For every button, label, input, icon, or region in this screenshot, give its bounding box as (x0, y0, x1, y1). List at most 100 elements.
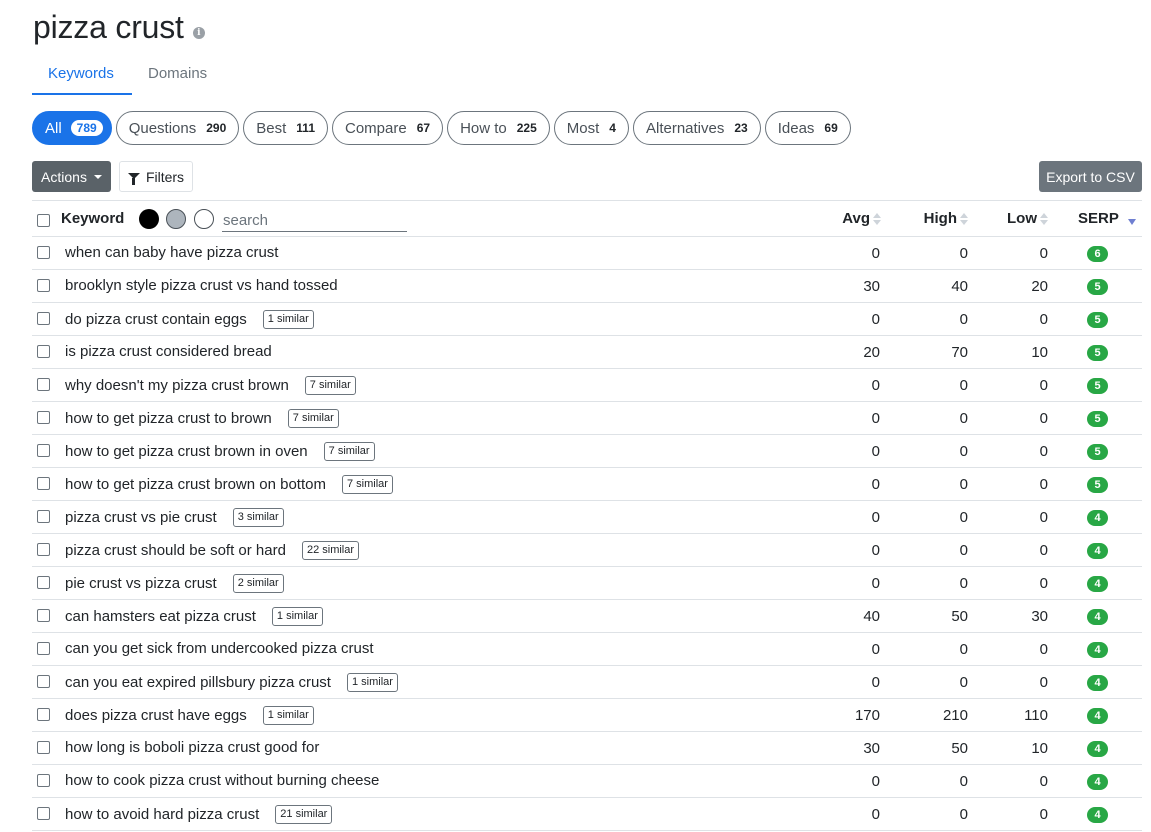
tab-keywords[interactable]: Keywords (32, 55, 132, 95)
keyword-text[interactable]: when can baby have pizza crust (65, 244, 278, 261)
filters-button[interactable]: Filters (119, 161, 193, 192)
row-checkbox[interactable] (37, 345, 50, 358)
serp-badge[interactable]: 4 (1087, 807, 1108, 823)
serp-badge[interactable]: 6 (1087, 246, 1108, 262)
keyword-text[interactable]: do pizza crust contain eggs (65, 311, 247, 328)
serp-badge[interactable]: 4 (1087, 675, 1108, 691)
serp-badge[interactable]: 5 (1087, 477, 1108, 493)
keyword-text[interactable]: how to get pizza crust brown in oven (65, 443, 308, 460)
filter-dot-white[interactable] (194, 209, 214, 229)
similar-badge[interactable]: 7 similar (304, 376, 356, 395)
serp-badge[interactable]: 5 (1087, 345, 1108, 361)
similar-badge[interactable]: 7 similar (323, 442, 375, 461)
row-checkbox[interactable] (37, 510, 50, 523)
serp-badge[interactable]: 5 (1087, 378, 1108, 394)
row-checkbox[interactable] (37, 576, 50, 589)
filter-pill-compare[interactable]: Compare 67 (332, 111, 444, 145)
serp-badge[interactable]: 5 (1087, 444, 1108, 460)
page-title: pizza crust i (33, 9, 205, 46)
table-row: do pizza crust contain eggs 1 similar 0 0 0 5 (32, 303, 1142, 336)
row-checkbox[interactable] (37, 741, 50, 754)
info-icon[interactable]: i (192, 26, 205, 39)
serp-badge[interactable]: 4 (1087, 510, 1108, 526)
row-checkbox[interactable] (37, 477, 50, 490)
keyword-text[interactable]: can you get sick from undercooked pizza … (65, 640, 373, 657)
actions-dropdown-button[interactable]: Actions (32, 161, 111, 192)
keyword-text[interactable]: why doesn't my pizza crust brown (65, 377, 289, 394)
row-checkbox[interactable] (37, 609, 50, 622)
keyword-text[interactable]: how long is boboli pizza crust good for (65, 739, 319, 756)
serp-badge[interactable]: 4 (1087, 774, 1108, 790)
serp-badge[interactable]: 4 (1087, 741, 1108, 757)
low-value: 0 (1039, 773, 1048, 790)
keyword-search-input[interactable] (222, 209, 407, 232)
row-checkbox[interactable] (37, 675, 50, 688)
row-checkbox[interactable] (37, 642, 50, 655)
row-checkbox[interactable] (37, 708, 50, 721)
row-checkbox[interactable] (37, 411, 50, 424)
row-checkbox[interactable] (37, 444, 50, 457)
keyword-text[interactable]: pizza crust should be soft or hard (65, 542, 286, 559)
keyword-text[interactable]: does pizza crust have eggs (65, 707, 247, 724)
serp-badge[interactable]: 5 (1087, 411, 1108, 427)
filter-pill-how-to[interactable]: How to 225 (447, 111, 550, 145)
similar-badge[interactable]: 1 similar (346, 673, 398, 692)
filter-pill-questions[interactable]: Questions 290 (115, 111, 240, 145)
keyword-text[interactable]: pie crust vs pizza crust (65, 575, 217, 592)
filter-pill-alternatives[interactable]: Alternatives 23 (632, 111, 761, 145)
similar-badge[interactable]: 1 similar (262, 310, 314, 329)
filter-pill-ideas[interactable]: Ideas 69 (764, 111, 851, 145)
filter-pill-count: 4 (609, 121, 616, 135)
filter-dot-gray[interactable] (166, 209, 186, 229)
row-checkbox[interactable] (37, 774, 50, 787)
keyword-text[interactable]: how to avoid hard pizza crust (65, 806, 259, 823)
high-value: 0 (959, 773, 968, 790)
row-checkbox[interactable] (37, 246, 50, 259)
row-checkbox[interactable] (37, 807, 50, 820)
similar-badge[interactable]: 2 similar (232, 574, 284, 593)
filter-dot-black[interactable] (139, 209, 159, 229)
similar-badge[interactable]: 22 similar (301, 541, 360, 560)
similar-badge[interactable]: 3 similar (232, 508, 284, 527)
serp-badge[interactable]: 4 (1087, 642, 1108, 658)
keyword-text[interactable]: brooklyn style pizza crust vs hand tosse… (65, 277, 338, 294)
filter-pill-label: All (45, 119, 62, 137)
keyword-text[interactable]: pizza crust vs pie crust (65, 509, 217, 526)
serp-badge[interactable]: 4 (1087, 543, 1108, 559)
serp-badge[interactable]: 4 (1087, 708, 1108, 724)
column-header-avg[interactable]: Avg (842, 210, 881, 227)
tab-domains[interactable]: Domains (132, 55, 223, 95)
filter-pill-most[interactable]: Most 4 (553, 111, 629, 145)
column-header-low[interactable]: Low (1007, 210, 1048, 227)
export-csv-button[interactable]: Export to CSV (1039, 161, 1142, 192)
column-header-high[interactable]: High (924, 210, 968, 227)
similar-badge[interactable]: 21 similar (275, 805, 333, 824)
sort-desc-icon[interactable] (1128, 219, 1136, 225)
similar-badge[interactable]: 1 similar (271, 607, 323, 626)
column-header-serp[interactable]: SERP (1078, 210, 1119, 227)
serp-badge[interactable]: 5 (1087, 312, 1108, 328)
serp-badge[interactable]: 4 (1087, 609, 1108, 625)
row-checkbox[interactable] (37, 543, 50, 556)
similar-badge[interactable]: 1 similar (262, 706, 314, 725)
similar-badge[interactable]: 7 similar (287, 409, 339, 428)
filter-pill-all[interactable]: All 789 (32, 111, 112, 145)
keyword-text[interactable]: can hamsters eat pizza crust (65, 608, 256, 625)
serp-badge[interactable]: 5 (1087, 279, 1108, 295)
row-checkbox[interactable] (37, 312, 50, 325)
high-value: 0 (959, 542, 968, 559)
keyword-text[interactable]: how to get pizza crust to brown (65, 410, 272, 427)
keyword-text[interactable]: how to get pizza crust brown on bottom (65, 476, 326, 493)
keyword-text[interactable]: is pizza crust considered bread (65, 343, 272, 360)
row-checkbox[interactable] (37, 279, 50, 292)
column-header-keyword[interactable]: Keyword (61, 210, 124, 227)
serp-badge[interactable]: 4 (1087, 576, 1108, 592)
similar-badge[interactable]: 7 similar (341, 475, 393, 494)
select-all-checkbox[interactable] (37, 214, 50, 227)
filter-pill-best[interactable]: Best 111 (243, 111, 328, 145)
high-value: 0 (959, 410, 968, 427)
row-checkbox[interactable] (37, 378, 50, 391)
keyword-text[interactable]: how to cook pizza crust without burning … (65, 772, 379, 789)
low-value: 0 (1039, 674, 1048, 691)
keyword-text[interactable]: can you eat expired pillsbury pizza crus… (65, 674, 331, 691)
